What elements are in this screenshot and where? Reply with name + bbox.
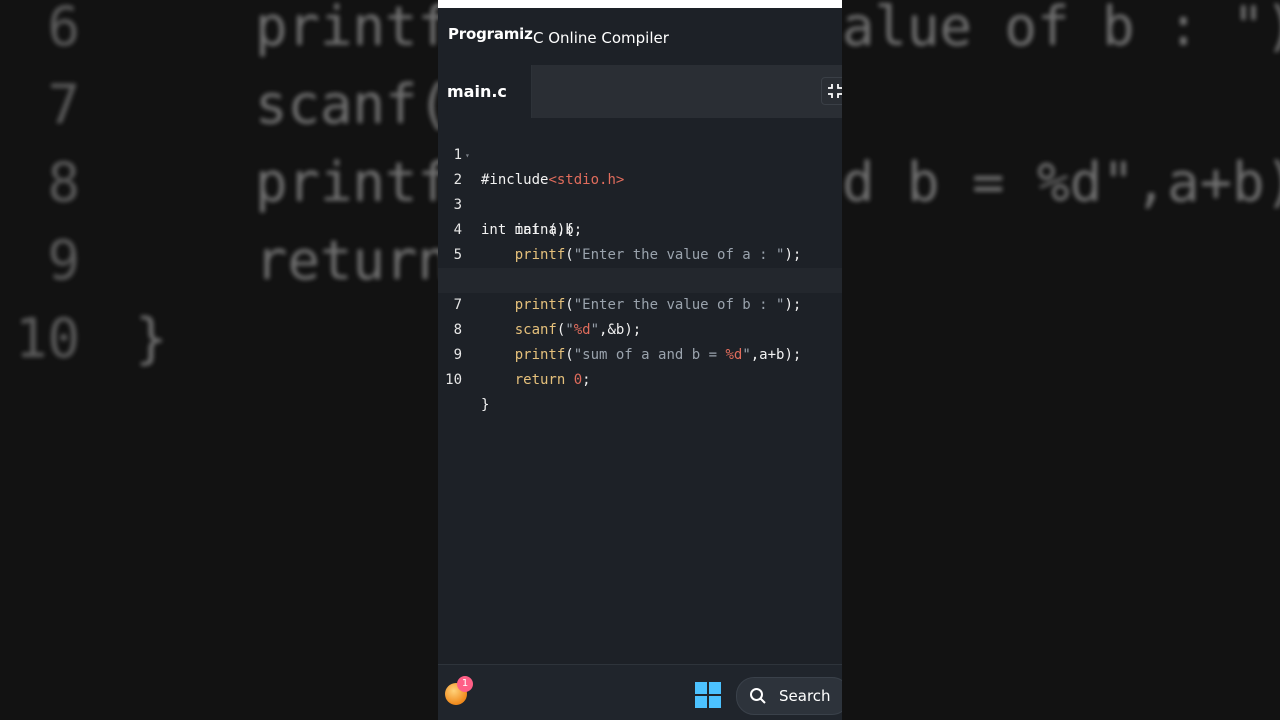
code-line: 10 } <box>438 343 842 413</box>
tab-main-c[interactable]: main.c <box>438 65 532 118</box>
compiler-panel: Programiz C Online Compiler main.c 1 #in… <box>438 0 842 720</box>
bg-line-number: 6 <box>47 0 80 58</box>
windows-start-icon[interactable] <box>695 682 721 708</box>
search-icon <box>750 688 766 704</box>
site-header: Programiz C Online Compiler <box>438 8 842 66</box>
programiz-logo[interactable]: Programiz <box>448 25 533 43</box>
bg-line-number: 10 <box>14 307 80 370</box>
code-line: 4 printf("Enter the value of a : "); <box>438 193 842 263</box>
code-line: 6 printf("Enter the value of b : "); <box>438 243 842 313</box>
logo-text: Programiz <box>448 25 533 43</box>
code-line-active: 7 scanf("%d",&b); <box>438 268 842 338</box>
code-text: return 0; <box>514 372 591 388</box>
top-strip <box>438 0 842 8</box>
code-text: } <box>481 397 490 413</box>
bg-code-line: printf <box>255 151 451 214</box>
code-line: 5 scanf("%d",&a); <box>438 218 842 288</box>
bg-line-number: 9 <box>47 229 80 292</box>
bg-code-fragment: d b = %d",a+b); <box>842 151 1280 214</box>
page-title: C Online Compiler <box>533 29 669 47</box>
bg-line-number: 8 <box>47 151 80 214</box>
line-number: 10 <box>445 372 462 388</box>
tab-label: main.c <box>447 82 507 101</box>
bg-code-fragment: alue of b : "); <box>842 0 1280 58</box>
file-tab-bar: main.c <box>438 65 842 118</box>
code-line: 2 ▾ int main(){ <box>438 143 842 238</box>
bg-code-line: scanf( <box>255 73 451 136</box>
windows-taskbar: 1 Search <box>438 664 842 720</box>
fold-arrow-icon[interactable]: ▾ <box>465 143 470 168</box>
search-label: Search <box>779 687 831 705</box>
code-line: 9 return 0; <box>438 318 842 388</box>
bg-code-line: return <box>255 229 451 292</box>
code-line: 3 int a,b; <box>438 168 842 238</box>
code-line: 1 #include<stdio.h> <box>438 118 842 188</box>
bg-code-line: } <box>135 307 168 370</box>
taskbar-search-button[interactable]: Search <box>736 677 842 715</box>
bg-line-number: 7 <box>47 73 80 136</box>
code-editor[interactable]: 1 #include<stdio.h> 2 ▾ int main(){ 3 in… <box>438 118 842 664</box>
tab-bar-empty <box>532 65 842 118</box>
notification-badge: 1 <box>457 676 473 692</box>
bg-code-line: printf <box>255 0 451 58</box>
fullscreen-icon[interactable] <box>821 77 842 105</box>
code-line: 8 printf("sum of a and b = %d",a+b); <box>438 293 842 363</box>
